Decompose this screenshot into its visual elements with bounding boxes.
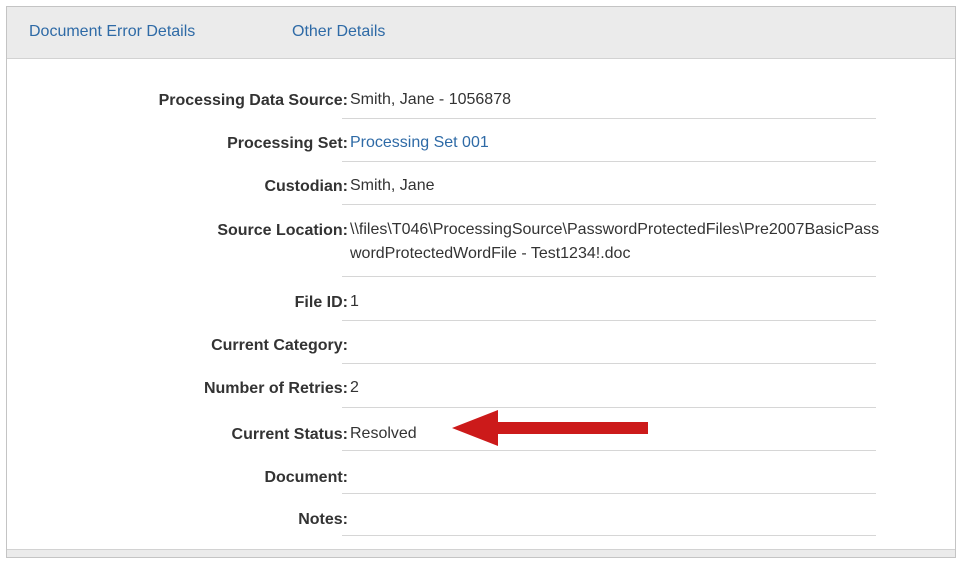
source-location-value: \\files\T046\ProcessingSource\PasswordPr… [350,221,880,262]
file-id-value: 1 [350,293,359,310]
number-of-retries-label: Number of Retries: [203,380,348,397]
tab-document-error-details[interactable]: Document Error Details [29,22,195,42]
processing-data-source-value: Smith, Jane - 1056878 [350,91,511,108]
row-divider [342,493,876,494]
row-divider [342,161,876,162]
number-of-retries-value: 2 [350,379,359,396]
source-location-label: Source Location: [217,222,348,239]
row-divider [342,363,876,364]
current-category-label: Current Category: [211,337,348,354]
file-id-label: File ID: [294,294,348,311]
current-status-label: Current Status: [231,426,348,443]
document-label: Document: [264,469,348,486]
row-divider [342,535,876,536]
processing-data-source-label: Processing Data Source: [158,92,348,109]
details-panel: Document Error Details Other Details Pro… [6,6,956,558]
row-divider [342,276,876,277]
notes-label: Notes: [298,511,348,528]
panel-footer-bar [7,549,955,557]
processing-set-link[interactable]: Processing Set 001 [350,131,880,155]
red-arrow-icon [452,410,648,446]
row-divider [342,320,876,321]
tab-other-details[interactable]: Other Details [292,22,385,42]
tab-bar: Document Error Details Other Details [7,7,955,59]
row-divider [342,118,876,119]
custodian-value: Smith, Jane [350,177,435,194]
row-divider [342,204,876,205]
processing-set-label: Processing Set: [227,135,348,152]
row-divider [342,450,876,451]
custodian-label: Custodian: [264,178,348,195]
